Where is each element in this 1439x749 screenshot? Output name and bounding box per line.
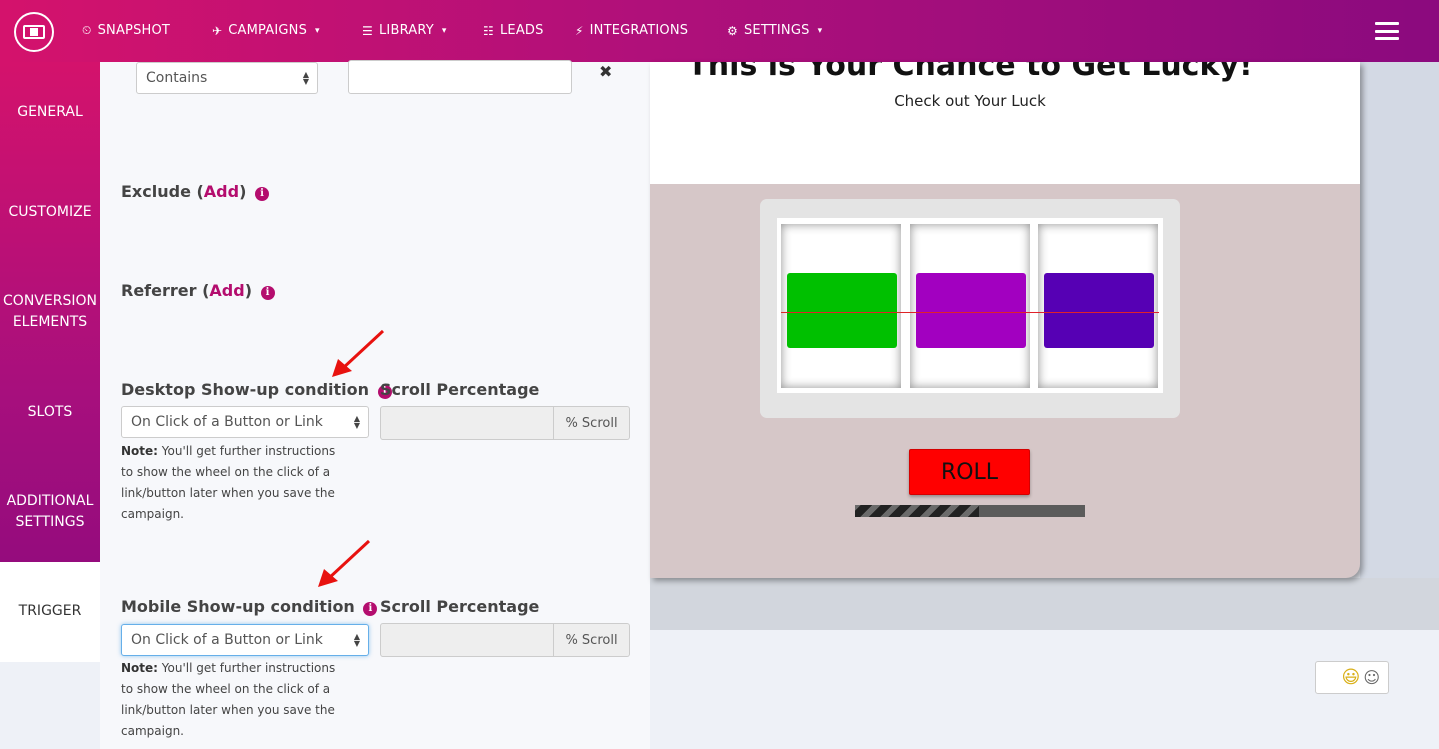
- desktop-condition-select[interactable]: On Click of a Button or Link ▲ ▼: [121, 406, 369, 438]
- nav-leads[interactable]: ☷ LEADS: [483, 23, 544, 38]
- nav-library[interactable]: ☰ LIBRARY ▾: [362, 23, 447, 38]
- red-arrow-annotation: [332, 329, 385, 377]
- editor-sidebar: GENERAL CUSTOMIZE CONVERSION ELEMENTS SL…: [0, 62, 100, 662]
- sidebar-item-trigger[interactable]: TRIGGER: [0, 562, 100, 662]
- mobile-note: Note: You'll get further instructions to…: [121, 661, 336, 738]
- mobile-scroll-group: % Scroll: [380, 623, 630, 657]
- sidebar-item-slots[interactable]: SLOTS: [0, 402, 100, 423]
- select-arrows-icon: ▲ ▼: [302, 70, 309, 86]
- page-background-band: [650, 578, 1439, 630]
- app-logo[interactable]: [14, 12, 54, 52]
- roll-button[interactable]: ROLL: [909, 449, 1030, 495]
- reel-symbol: [1044, 273, 1154, 348]
- cogs-icon: ⚙: [727, 23, 738, 38]
- page-background: [1360, 62, 1439, 578]
- list-icon: ☷: [483, 23, 494, 38]
- slot-machine-preview: This is Your Chance to Get Lucky! Check …: [650, 62, 1360, 578]
- nav-snapshot[interactable]: ⏲ SNAPSHOT: [82, 23, 170, 38]
- desktop-note: Note: You'll get further instructions to…: [121, 444, 336, 521]
- logo-icon: [23, 25, 45, 39]
- info-icon[interactable]: i: [260, 286, 275, 300]
- select-value: On Click of a Button or Link: [131, 632, 323, 648]
- desktop-scroll-input[interactable]: [380, 406, 554, 440]
- nav-label: LEADS: [499, 23, 544, 38]
- slot-reel: [1038, 224, 1158, 388]
- desktop-scroll-group: % Scroll: [380, 406, 630, 440]
- nav-campaigns[interactable]: ✈ CAMPAIGNS ▾: [212, 23, 320, 38]
- trigger-settings-panel: Contains ▲ ▼ ✖ Exclude (Add) i Referrer (…: [100, 60, 650, 749]
- caret-down-icon: ▾: [441, 25, 447, 36]
- slot-machine: [760, 199, 1180, 418]
- progress-bar: [855, 505, 1085, 517]
- mobile-scroll-input[interactable]: [380, 623, 554, 657]
- sidebar-item-conversion-elements[interactable]: CONVERSION ELEMENTS: [0, 291, 100, 333]
- desktop-condition-label: Desktop Show-up condition i: [121, 380, 392, 399]
- select-arrows-icon: ▲ ▼: [353, 632, 360, 648]
- mobile-condition-label: Mobile Show-up condition i: [121, 597, 378, 616]
- plug-icon: ⚡: [575, 23, 584, 38]
- caret-down-icon: ▾: [315, 25, 320, 36]
- select-arrows-icon: ▲ ▼: [353, 414, 360, 430]
- nav-integrations[interactable]: ⚡ INTEGRATIONS: [575, 23, 688, 38]
- dashboard-icon: ⏲: [82, 23, 92, 37]
- progress-fill: [855, 505, 980, 517]
- url-match-select[interactable]: Contains ▲ ▼: [136, 62, 318, 94]
- desktop-scroll-label: Scroll Percentage: [380, 380, 540, 399]
- preview-heading: This is Your Chance to Get Lucky!: [687, 62, 1253, 83]
- referrer-label: Referrer (Add) i: [121, 281, 275, 300]
- desktop-scroll-addon: % Scroll: [554, 406, 630, 440]
- info-icon[interactable]: i: [254, 187, 269, 201]
- library-icon: ☰: [362, 23, 373, 38]
- exclude-add-link[interactable]: Add: [204, 182, 239, 201]
- red-arrow-annotation: [318, 539, 371, 587]
- sidebar-item-general[interactable]: GENERAL: [0, 102, 100, 123]
- win-line: [781, 312, 1159, 313]
- preview-subtitle: Check out Your Luck: [894, 92, 1046, 110]
- nav-label: CAMPAIGNS: [228, 23, 308, 38]
- nav-label: SETTINGS: [743, 23, 810, 38]
- nav-label: SNAPSHOT: [97, 23, 171, 38]
- top-navbar: ⏲ SNAPSHOT ✈ CAMPAIGNS ▾ ☰ LIBRARY ▾ ☷ L…: [0, 0, 1439, 62]
- smiley-icon: ☺: [1363, 668, 1380, 687]
- info-icon[interactable]: i: [363, 602, 378, 616]
- select-value: Contains: [146, 70, 208, 86]
- mobile-scroll-label: Scroll Percentage: [380, 597, 540, 616]
- url-match-input[interactable]: [348, 60, 572, 94]
- emoji-button[interactable]: 😃 ☺: [1315, 661, 1389, 694]
- mobile-condition-select[interactable]: On Click of a Button or Link ▲ ▼: [121, 624, 369, 656]
- remove-rule-icon[interactable]: ✖: [599, 62, 612, 81]
- referrer-add-link[interactable]: Add: [209, 281, 244, 300]
- exclude-label: Exclude (Add) i: [121, 182, 269, 201]
- select-value: On Click of a Button or Link: [131, 414, 323, 430]
- nav-label: LIBRARY: [378, 23, 434, 38]
- smiley-plus-icon: 😃: [1341, 667, 1361, 688]
- slot-reels: [777, 218, 1163, 393]
- nav-settings[interactable]: ⚙ SETTINGS ▾: [727, 23, 822, 38]
- slot-reel: [910, 224, 1030, 388]
- caret-down-icon: ▾: [817, 25, 823, 36]
- sidebar-item-customize[interactable]: CUSTOMIZE: [0, 202, 100, 223]
- mobile-scroll-addon: % Scroll: [554, 623, 630, 657]
- hamburger-menu-icon[interactable]: [1375, 22, 1399, 40]
- slot-reel: [781, 224, 901, 388]
- nav-label: INTEGRATIONS: [589, 23, 689, 38]
- sidebar-footer: [0, 662, 100, 749]
- reel-symbol: [787, 273, 897, 348]
- sidebar-item-additional-settings[interactable]: ADDITIONAL SETTINGS: [0, 491, 100, 533]
- reel-symbol: [916, 273, 1026, 348]
- paper-plane-icon: ✈: [212, 23, 223, 38]
- preview-header: This is Your Chance to Get Lucky! Check …: [650, 62, 1360, 184]
